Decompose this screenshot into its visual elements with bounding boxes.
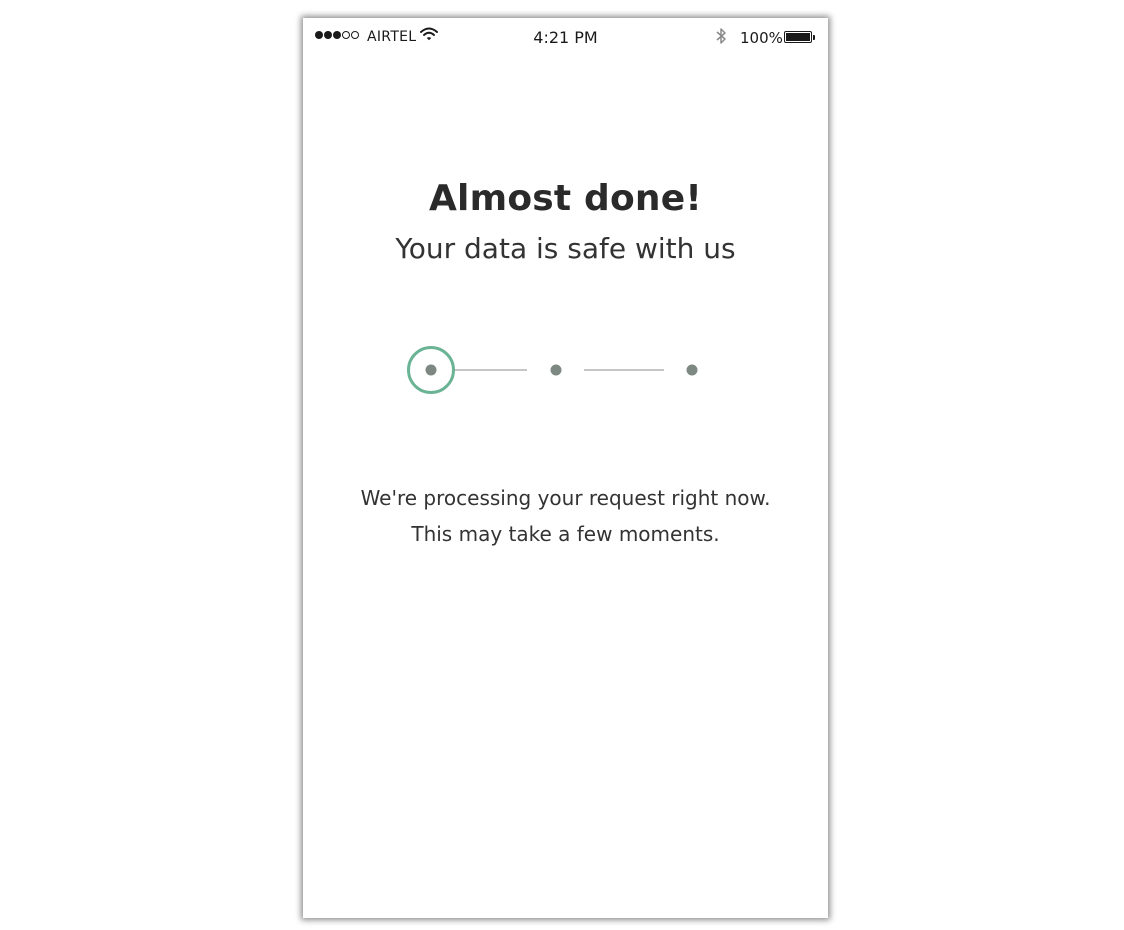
processing-message: We're processing your request right now.… [303,480,828,552]
page-title: Almost done! [429,178,702,219]
battery-percentage: 100% [740,29,783,47]
battery-level [786,33,810,41]
processing-message-line: We're processing your request right now. [360,486,771,510]
bluetooth-icon [715,27,727,49]
step-1-dot [425,364,437,376]
step-3-dot [686,364,698,376]
step-2-dot [550,364,562,376]
battery-nub [813,35,815,40]
status-bar: AIRTEL 4:21 PM 100% [303,18,828,58]
battery-icon [784,31,812,43]
page-subtitle: Your data is safe with us [395,232,736,265]
processing-message-line: This may take a few moments. [411,522,720,546]
progress-stepper [407,346,698,394]
phone-screen: AIRTEL 4:21 PM 100% Almost done! Your da… [303,18,828,918]
